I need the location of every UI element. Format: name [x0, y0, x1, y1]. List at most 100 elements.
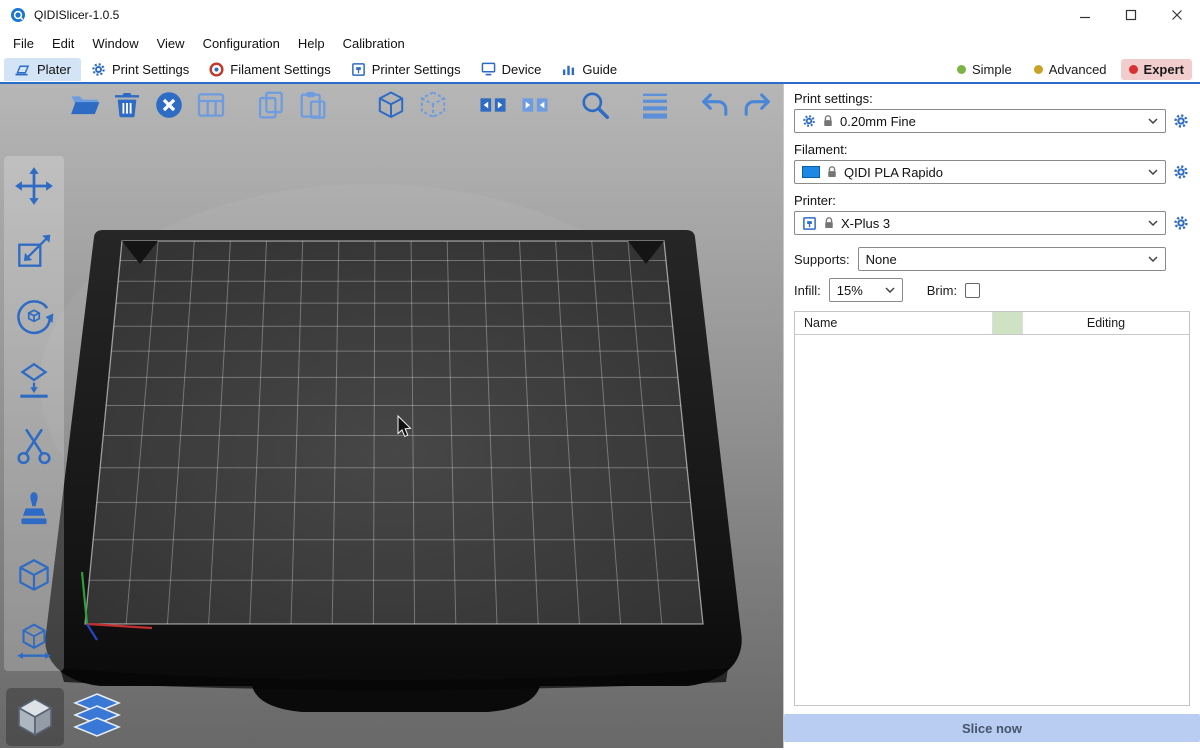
- search-icon: [579, 89, 611, 121]
- chevron-down-icon: [885, 287, 895, 293]
- measure-button[interactable]: [10, 619, 58, 663]
- column-name-label: Name: [804, 316, 837, 330]
- add-instance-button[interactable]: [374, 88, 408, 122]
- preview-layers-icon: [69, 692, 125, 742]
- tab-label: Filament Settings: [230, 62, 330, 77]
- cut-button[interactable]: [10, 424, 58, 468]
- redo-button[interactable]: [740, 88, 774, 122]
- printer-combo[interactable]: X-Plus 3: [794, 211, 1166, 235]
- 3d-editor-view-button[interactable]: [6, 688, 64, 746]
- gear-icon: [1173, 113, 1189, 129]
- brim-checkbox[interactable]: [965, 283, 980, 298]
- mode-expert[interactable]: Expert: [1121, 59, 1192, 80]
- delete-all-button[interactable]: [152, 88, 186, 122]
- support-stamp-icon: [13, 490, 55, 532]
- column-name[interactable]: Name: [795, 312, 993, 334]
- mode-advanced[interactable]: Advanced: [1026, 59, 1115, 80]
- print-settings-combo[interactable]: 0.20mm Fine: [794, 109, 1166, 133]
- variable-layer-height-button[interactable]: [638, 88, 672, 122]
- supports-combo[interactable]: None: [858, 247, 1166, 271]
- tab-print-settings[interactable]: Print Settings: [81, 58, 199, 81]
- tab-plater[interactable]: Plater: [4, 58, 81, 81]
- tab-filament-settings[interactable]: Filament Settings: [199, 58, 340, 81]
- rotate-button[interactable]: [10, 294, 58, 338]
- 3d-viewport[interactable]: [0, 84, 783, 748]
- object-list-header: Name Editing: [795, 312, 1189, 335]
- edit-printer-button[interactable]: [1172, 214, 1190, 232]
- open-button[interactable]: [68, 88, 102, 122]
- slice-now-button[interactable]: Slice now: [784, 714, 1200, 742]
- infill-combo[interactable]: 15%: [829, 278, 903, 302]
- move-icon: [13, 165, 55, 207]
- print-bed-scene[interactable]: [0, 84, 783, 748]
- edit-print-settings-button[interactable]: [1172, 112, 1190, 130]
- gear-icon: [1173, 215, 1189, 231]
- arrange-button[interactable]: [194, 88, 228, 122]
- titlebar: QIDISlicer-1.0.5: [0, 0, 1200, 30]
- scale-button[interactable]: [10, 229, 58, 273]
- tabbar: Plater Print Settings Filament Settings …: [0, 56, 1200, 84]
- menu-configuration[interactable]: Configuration: [194, 32, 289, 55]
- plater-icon: [14, 63, 31, 76]
- mode-label: Advanced: [1049, 62, 1107, 77]
- rotate-icon: [13, 295, 55, 337]
- undo-button[interactable]: [698, 88, 732, 122]
- advanced-dot-icon: [1034, 65, 1043, 74]
- filament-value: QIDI PLA Rapido: [844, 165, 943, 180]
- menu-edit[interactable]: Edit: [43, 32, 83, 55]
- tab-guide[interactable]: Guide: [551, 58, 627, 81]
- menu-help[interactable]: Help: [289, 32, 334, 55]
- copy-icon: [255, 89, 287, 121]
- split-parts-icon: [519, 89, 551, 121]
- paste-button[interactable]: [296, 88, 330, 122]
- move-button[interactable]: [10, 164, 58, 208]
- menu-calibration[interactable]: Calibration: [334, 32, 414, 55]
- mode-label: Expert: [1144, 62, 1184, 77]
- split-to-parts-button[interactable]: [518, 88, 552, 122]
- paint-support-button[interactable]: [10, 489, 58, 533]
- brim-label: Brim:: [927, 283, 957, 298]
- column-extruder-color[interactable]: [993, 312, 1023, 334]
- edit-filament-button[interactable]: [1172, 163, 1190, 181]
- paste-icon: [297, 89, 329, 121]
- mode-simple[interactable]: Simple: [949, 59, 1020, 80]
- minimize-button[interactable]: [1062, 0, 1108, 30]
- close-button[interactable]: [1154, 0, 1200, 30]
- redo-icon: [741, 89, 773, 121]
- chevron-down-icon: [1148, 220, 1158, 226]
- place-on-face-button[interactable]: [10, 359, 58, 403]
- lock-icon: [826, 165, 838, 179]
- search-button[interactable]: [578, 88, 612, 122]
- infill-label: Infill:: [794, 283, 821, 298]
- column-editing[interactable]: Editing: [1023, 312, 1189, 334]
- object-list: Name Editing: [794, 311, 1190, 706]
- tab-label: Print Settings: [112, 62, 189, 77]
- mode-switcher: Simple Advanced Expert: [949, 59, 1192, 80]
- delete-button[interactable]: [110, 88, 144, 122]
- menu-view[interactable]: View: [148, 32, 194, 55]
- column-editing-label: Editing: [1087, 316, 1125, 330]
- gizmo-toolbar: [4, 156, 64, 671]
- maximize-button[interactable]: [1108, 0, 1154, 30]
- seam-button[interactable]: [10, 554, 58, 598]
- menu-window[interactable]: Window: [83, 32, 147, 55]
- split-to-objects-button[interactable]: [476, 88, 510, 122]
- place-on-face-icon: [13, 360, 55, 402]
- mode-label: Simple: [972, 62, 1012, 77]
- preview-view-button[interactable]: [68, 688, 126, 746]
- tab-printer-settings[interactable]: Printer Settings: [341, 58, 471, 81]
- simple-dot-icon: [957, 65, 966, 74]
- undo-icon: [699, 89, 731, 121]
- editor-cube-icon: [11, 693, 59, 741]
- menubar: File Edit Window View Configuration Help…: [0, 30, 1200, 56]
- settings-sidebar: Print settings: 0.20mm Fine Filament: QI…: [783, 84, 1200, 748]
- menu-file[interactable]: File: [4, 32, 43, 55]
- chevron-down-icon: [1148, 169, 1158, 175]
- object-list-body[interactable]: [795, 335, 1189, 705]
- tab-device[interactable]: Device: [471, 58, 552, 81]
- tab-label: Guide: [582, 62, 617, 77]
- lock-icon: [822, 114, 834, 128]
- remove-instance-button[interactable]: [416, 88, 450, 122]
- filament-combo[interactable]: QIDI PLA Rapido: [794, 160, 1166, 184]
- copy-button[interactable]: [254, 88, 288, 122]
